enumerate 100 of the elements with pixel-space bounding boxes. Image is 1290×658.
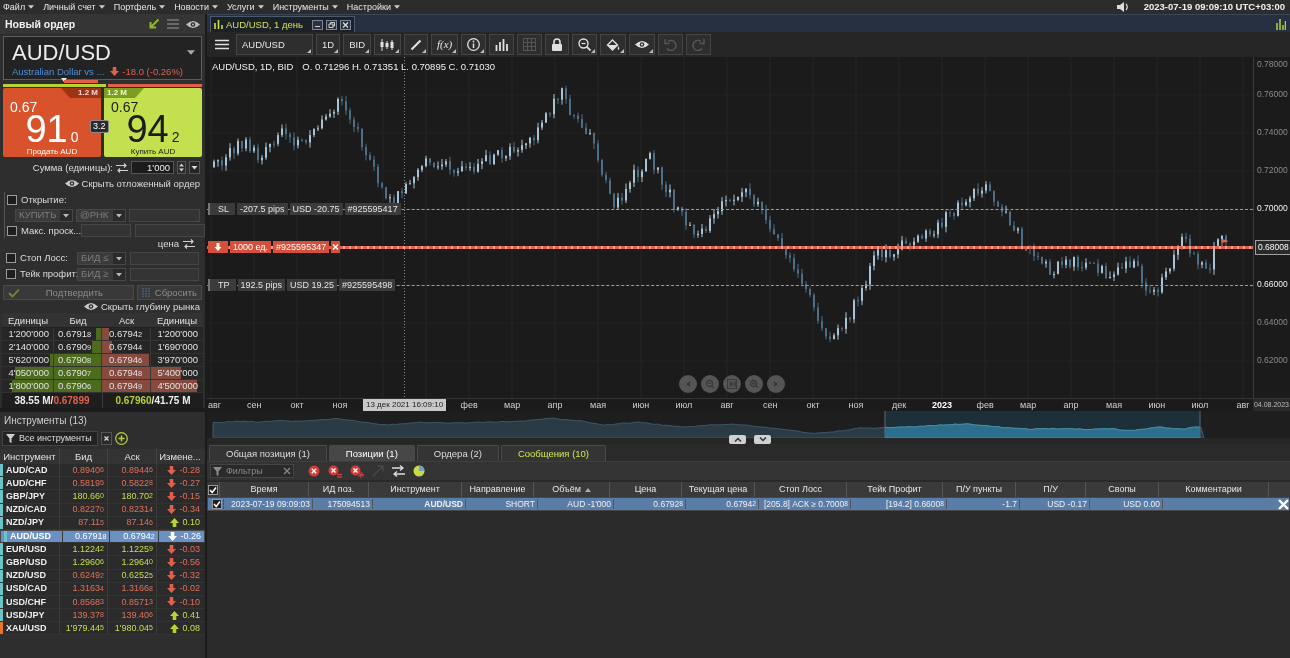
chart-type-button[interactable] — [374, 34, 401, 55]
chart-icon — [214, 20, 223, 29]
column-header: Бид — [68, 314, 88, 327]
swap-icon[interactable] — [392, 465, 405, 477]
menu-icon — [215, 39, 229, 50]
skip-end-icon — [727, 379, 737, 389]
order-id-label: #925595417 — [344, 203, 401, 215]
info-button[interactable] — [461, 34, 487, 55]
time-label: июн — [632, 399, 650, 411]
bar-chart-icon[interactable] — [1276, 17, 1286, 30]
stepper-icon[interactable] — [177, 161, 186, 174]
price-fraction: 2 — [171, 130, 180, 144]
chart-tab[interactable]: AUD/USD, 1 день — [210, 16, 355, 32]
crosshair-time-label: 13 дек 2021 16:09:10 — [363, 399, 447, 411]
symbol-card[interactable]: AUD/USD Australian Dollar vs ... -18.0 (-0.26%) — [3, 36, 202, 80]
time-label: мар — [1020, 399, 1037, 411]
amount-field[interactable]: 1'000 — [131, 161, 174, 174]
buy-button[interactable]: 1.2 M 0.6794 2 Купить AUD — [104, 88, 202, 157]
current-price-label: 0.68008 — [1255, 240, 1290, 255]
expand-button[interactable] — [754, 435, 771, 444]
drawing-tools-button[interactable] — [404, 34, 428, 55]
clear-icon[interactable] — [101, 432, 112, 445]
indicators-button[interactable]: f(x) — [431, 34, 459, 55]
table-cell: 1'200'000 — [2, 328, 54, 340]
lock-button[interactable] — [545, 34, 570, 55]
instrument-filter[interactable]: Все инструменты — [2, 431, 98, 446]
time-label: авг — [1236, 399, 1250, 411]
menu-item[interactable]: Личный счет — [43, 0, 105, 14]
caret-icon[interactable] — [189, 161, 200, 174]
close-circle-icon[interactable] — [308, 465, 320, 477]
time-label: июл — [1191, 399, 1209, 411]
restore-icon[interactable] — [326, 19, 337, 30]
caret-icon — [159, 5, 166, 9]
menu-item[interactable]: Файл — [3, 0, 35, 14]
checkbox[interactable] — [6, 253, 16, 263]
minimize-icon[interactable] — [312, 19, 323, 30]
hide-market-depth-link[interactable]: Скрыть глубину рынка — [83, 301, 200, 313]
swap-icon[interactable] — [116, 162, 128, 173]
panel-tab[interactable]: Общая позиция (1) — [209, 445, 327, 461]
table-cell: 5'620'000 — [2, 354, 54, 366]
close-icon[interactable] — [331, 241, 341, 253]
zoom-button[interactable] — [572, 34, 598, 55]
time-label: ноя — [332, 399, 348, 411]
table-cell: USD -0.17 — [1020, 498, 1090, 510]
grid-icon — [141, 288, 150, 297]
menu-item[interactable]: Новости — [174, 0, 218, 14]
input-field[interactable] — [134, 224, 205, 237]
price-label: 0.76000 — [1257, 88, 1288, 101]
hide-pending-order-link[interactable]: Скрыть отложенный ордер — [64, 177, 200, 190]
panel-tab[interactable]: Позиции (1) — [328, 445, 415, 461]
close-gear-icon[interactable] — [350, 464, 364, 478]
swap-icon[interactable] — [183, 239, 195, 249]
filter-field[interactable]: Фильтры — [210, 464, 294, 478]
lock-icon — [551, 38, 564, 51]
table-cell: AUD/USD — [373, 498, 466, 510]
checkbox[interactable] — [7, 225, 17, 236]
price-label: 0.72000 — [1257, 164, 1288, 177]
menu-item[interactable]: Услуги — [226, 0, 264, 14]
table-cell: 2'140'000 — [2, 341, 54, 353]
price-type-dropdown[interactable]: BID — [343, 34, 371, 55]
table-cell-text: 3'970'000 — [156, 354, 199, 366]
arrow-icon[interactable] — [148, 18, 160, 30]
style-button[interactable] — [600, 34, 627, 55]
close-icon[interactable] — [340, 19, 351, 30]
caret-icon — [393, 5, 400, 9]
column-header[interactable]: Измене... — [157, 449, 203, 464]
panel-tab[interactable]: Сообщения (10) — [500, 445, 607, 461]
panel-tab[interactable]: Ордера (2) — [416, 445, 499, 461]
time-label: мая — [590, 399, 607, 411]
volume-button[interactable] — [489, 34, 515, 55]
caret-icon — [98, 5, 105, 9]
select-all-checkbox[interactable] — [208, 484, 218, 495]
checkbox[interactable] — [7, 194, 17, 205]
menu-item[interactable]: Настройки — [346, 0, 400, 14]
change-value: -0.03 — [179, 543, 200, 555]
volume-label: 1.2 M — [61, 88, 101, 98]
visibility-button[interactable] — [629, 34, 656, 55]
speaker-icon[interactable] — [1116, 2, 1129, 12]
timeframe-dropdown[interactable]: 1D — [316, 34, 341, 55]
checkbox[interactable] — [6, 269, 16, 279]
pie-chart-icon[interactable] — [413, 465, 425, 477]
redo-icon — [692, 38, 706, 51]
spread-label: 3.2 — [90, 120, 109, 133]
chart-area[interactable]: AUD/USD, 1D, BID O. 0.71296 H. 0.71351 L. 0.70895 C. 0.71030 SL -207.5 pips USD -20.75 #925595417 1000 ед. #925595347 TP 192.5 pips USD 19.25 #925595498 — [207, 57, 1253, 398]
menu-item[interactable]: Портфель — [113, 0, 166, 14]
close-list-icon[interactable] — [328, 464, 342, 478]
change-text: -18.0 (-0.26%) — [122, 66, 183, 77]
add-icon[interactable] — [115, 432, 128, 445]
eye-icon[interactable] — [186, 19, 200, 29]
column-header: Единицы — [7, 314, 49, 327]
symbol-dropdown[interactable]: AUD/USD — [236, 34, 313, 55]
paint-bucket-icon — [606, 38, 621, 51]
menu-item[interactable]: Инструменты — [272, 0, 338, 14]
change-value: -0.32 — [179, 570, 200, 581]
caret-icon — [211, 5, 218, 9]
price-prefix: 0.67 — [10, 100, 38, 115]
price-label: 0.78000 — [1257, 58, 1288, 71]
collapse-button[interactable] — [729, 435, 746, 444]
checkbox[interactable] — [212, 499, 222, 509]
table-cell: -1.7 — [947, 498, 1020, 510]
